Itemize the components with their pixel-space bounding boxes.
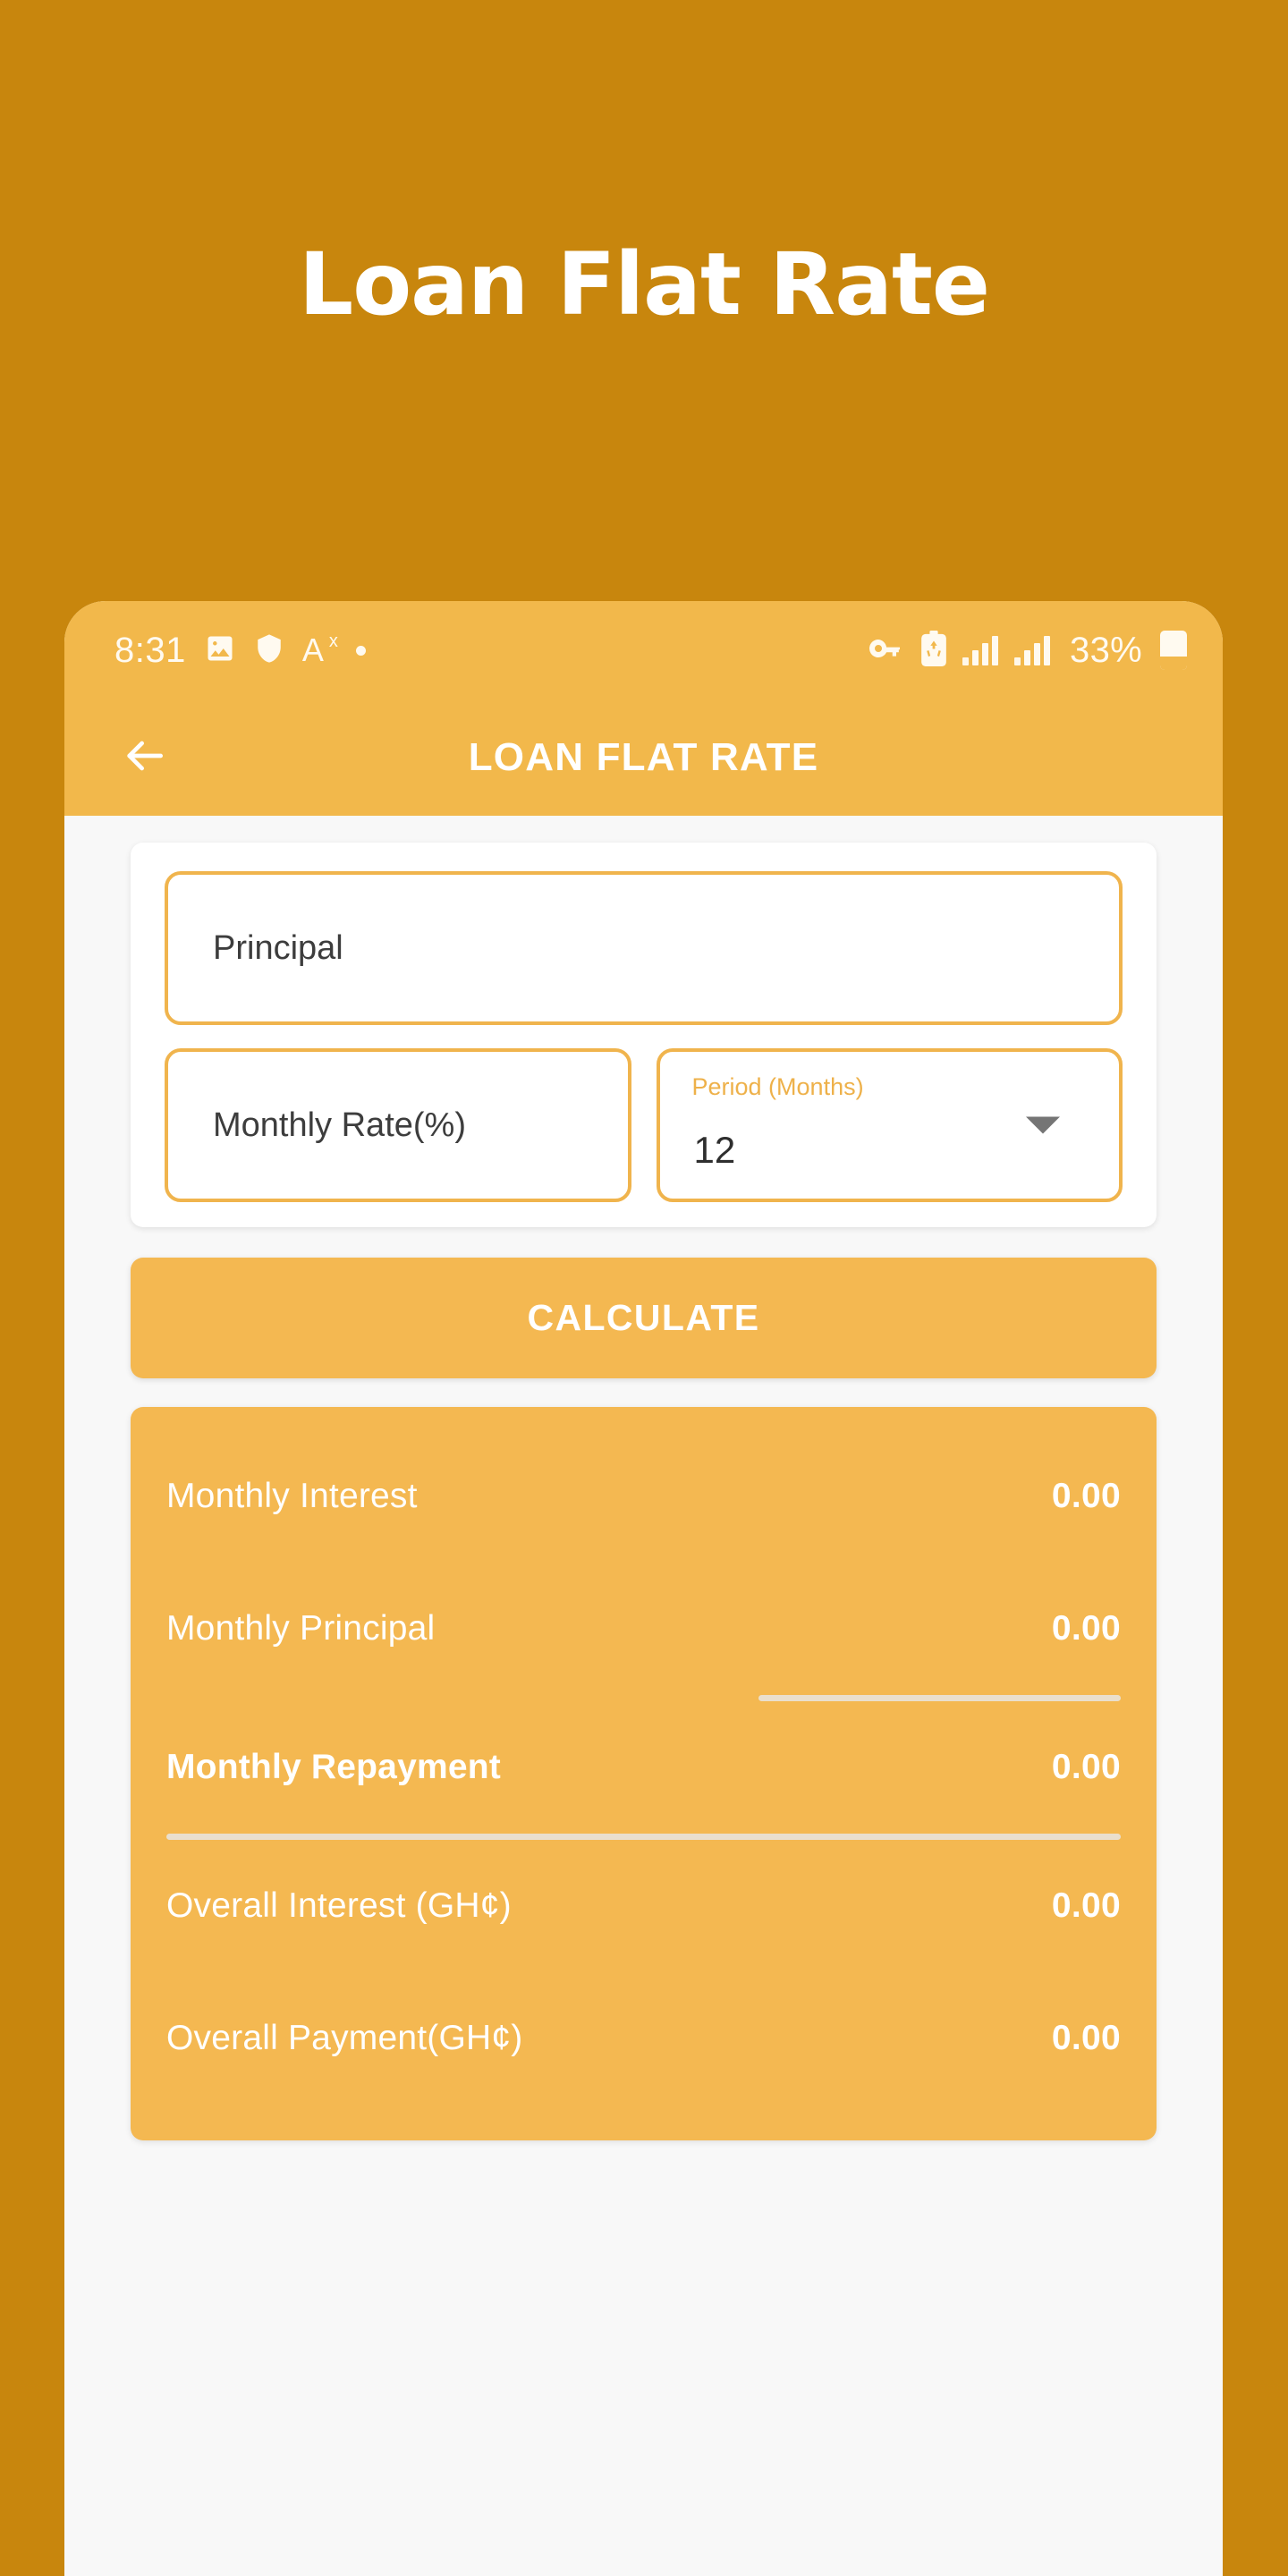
shield-icon (254, 633, 284, 668)
principal-input[interactable]: Principal (165, 871, 1123, 1025)
inputs-card: Principal Monthly Rate(%) Period (Months… (131, 843, 1157, 1227)
section-divider (166, 1834, 1121, 1840)
app-bar-title: LOAN FLAT RATE (468, 735, 819, 779)
image-icon (204, 632, 236, 669)
result-label: Overall Interest (GH¢) (166, 1886, 512, 1925)
font-size-icon: Ax (301, 631, 338, 668)
chevron-down-icon (1026, 1116, 1060, 1134)
principal-placeholder: Principal (213, 928, 343, 967)
status-bar: 8:31 Ax 33% (64, 601, 1223, 699)
result-label: Monthly Repayment (166, 1748, 501, 1786)
result-row-overall-payment: Overall Payment(GH¢) 0.00 (166, 1972, 1121, 2105)
status-bar-right: 33% (869, 630, 1187, 671)
phone-frame: 8:31 Ax 33% LOAN FLAT RATE Principal Mon… (64, 601, 1223, 2576)
calculate-button[interactable]: CALCULATE (131, 1258, 1157, 1378)
battery-percent-label: 33% (1070, 630, 1142, 670)
battery-saver-icon (921, 630, 946, 671)
signal-bars-icon (962, 635, 999, 665)
period-select[interactable]: Period (Months) 12 (656, 1048, 1123, 1202)
monthly-rate-placeholder: Monthly Rate(%) (213, 1106, 466, 1144)
subtotal-divider (758, 1695, 1121, 1701)
battery-icon (1160, 631, 1187, 670)
result-label: Overall Payment(GH¢) (166, 2019, 523, 2057)
arrow-back-icon (119, 731, 169, 785)
results-card: Monthly Interest 0.00 Monthly Principal … (131, 1407, 1157, 2140)
calculate-button-label: CALCULATE (527, 1297, 760, 1338)
result-row-overall-interest: Overall Interest (GH¢) 0.00 (166, 1840, 1121, 1972)
screen-content: Principal Monthly Rate(%) Period (Months… (64, 843, 1223, 2576)
result-value: 0.00 (1051, 1748, 1121, 1786)
result-row-monthly-principal: Monthly Principal 0.00 (166, 1563, 1121, 1695)
period-value: 12 (693, 1129, 736, 1171)
result-value: 0.00 (1051, 1609, 1121, 1648)
back-button[interactable] (106, 719, 182, 796)
result-row-monthly-repayment: Monthly Repayment 0.00 (166, 1701, 1121, 1834)
promo-title: Loan Flat Rate (299, 234, 990, 335)
dot-indicator-icon (355, 645, 366, 656)
result-value: 0.00 (1051, 1886, 1121, 1925)
monthly-rate-input[interactable]: Monthly Rate(%) (165, 1048, 631, 1202)
result-label: Monthly Interest (166, 1477, 418, 1515)
signal-bars-icon (1014, 635, 1051, 665)
period-label: Period (Months) (691, 1073, 864, 1100)
result-row-monthly-interest: Monthly Interest 0.00 (166, 1430, 1121, 1563)
status-time: 8:31 (114, 630, 186, 670)
result-value: 0.00 (1051, 1477, 1121, 1515)
result-label: Monthly Principal (166, 1609, 436, 1648)
status-bar-left: 8:31 Ax (114, 631, 366, 671)
result-value: 0.00 (1051, 2019, 1121, 2057)
app-bar: LOAN FLAT RATE (64, 699, 1223, 816)
vpn-key-icon (869, 636, 905, 665)
inputs-row: Monthly Rate(%) Period (Months) 12 (165, 1048, 1123, 1202)
